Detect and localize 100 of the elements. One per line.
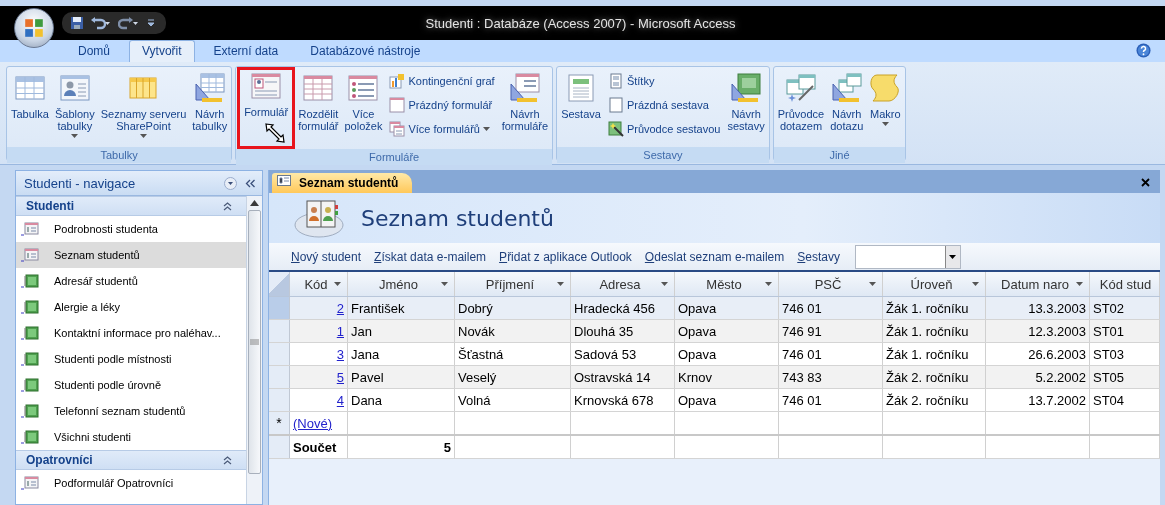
dropdown-caret-icon [140,134,147,138]
table-cell: Veselý [455,366,571,388]
ribbon-tab[interactable]: Domů [65,40,123,62]
column-header[interactable]: Kód [290,272,348,296]
grip-icon [250,339,259,345]
dropdown-circle-icon[interactable] [224,176,237,190]
table-cell: ST02 [1090,297,1160,319]
ribbon-tab[interactable]: Externí data [200,40,292,62]
table-cell: Šťastná [455,343,571,365]
toolbar-link[interactable]: Získat data e-mailem [374,249,487,264]
record-link[interactable]: 1 [290,320,348,342]
totals-value: 5 [348,436,455,458]
table-cell: Opava [675,297,779,319]
nav-group-header[interactable]: Studenti [16,196,246,216]
table-cell: 5.2.2002 [986,366,1090,388]
document-tab[interactable]: Seznam studentů [272,173,413,193]
sort-filter-caret-icon[interactable] [972,282,979,286]
sort-filter-caret-icon[interactable] [557,282,564,286]
nav-item[interactable]: Studenti podle místnosti [16,346,246,372]
ribbon-button[interactable]: Průvodce sestavou [605,118,723,140]
ribbon-button[interactable]: Návrh formuláře [498,69,552,147]
window-title: Studenti : Databáze (Access 2007) - Microsoft Access [424,15,737,31]
help-icon[interactable] [1136,43,1151,58]
table-cell: Žák 1. ročníku [883,343,986,365]
toolbar-link[interactable]: Odeslat seznam e-mailem [644,249,785,264]
redo-icon[interactable] [118,16,140,30]
ribbon-button[interactable]: Návrh sestavy [724,69,768,147]
toolbar-link[interactable]: Přidat z aplikace Outlook [499,249,632,264]
column-header[interactable]: Kód stud [1090,272,1160,296]
totals-label: Součet [290,436,348,458]
close-icon[interactable] [1141,178,1150,187]
ribbon-button[interactable]: Více položek [341,69,386,147]
ribbon-button[interactable]: Sestava [558,69,604,147]
navigation-pane-title: Studenti - navigace [24,175,137,191]
scrollbar[interactable] [246,196,262,504]
ribbon-tab[interactable]: Vytvořit [129,40,195,62]
scroll-up-arrow-icon[interactable] [250,200,259,206]
new-record-marker: * [269,412,290,434]
sort-filter-caret-icon[interactable] [334,282,341,286]
nav-item[interactable]: Kontaktní informace pro naléhav... [16,320,246,346]
contact-card-icon [58,72,91,104]
ribbon-button[interactable]: Tabulka [8,69,52,147]
table-cell: ST01 [1090,320,1160,342]
table-cell: 13.3.2003 [986,297,1090,319]
table-cell: Opava [675,389,779,411]
toolbar-link[interactable]: Nový student [291,249,362,264]
ribbon-button[interactable]: Návrh dotazu [827,69,867,147]
undo-icon[interactable] [90,16,112,30]
ribbon-button[interactable]: Více formulářů [387,118,497,140]
column-header[interactable]: Adresa [571,272,675,296]
nav-item[interactable]: Podrobnosti studenta [16,216,246,242]
nav-item[interactable]: Studenti podle úrovně [16,372,246,398]
sort-filter-caret-icon[interactable] [765,282,772,286]
record-link[interactable]: 2 [290,297,348,319]
column-header[interactable]: PSČ [779,272,883,296]
sort-filter-caret-icon[interactable] [1076,282,1083,286]
table-cell: Žák 1. ročníku [883,297,986,319]
column-header[interactable]: Úroveň [883,272,986,296]
ribbon-button[interactable]: Prázdný formulář [387,94,497,116]
nav-item[interactable]: Alergie a léky [16,294,246,320]
nav-item[interactable]: Telefonní seznam studentů [16,398,246,424]
customize-toolbar-icon[interactable] [146,17,156,29]
column-header[interactable]: Jméno [348,272,455,296]
table-cell: ST04 [1090,389,1160,411]
nav-item[interactable]: Podformulář Opatrovníci [16,470,246,496]
record-link[interactable]: 5 [290,366,348,388]
table-cell: 743 83 [779,366,883,388]
collapse-pane-icon[interactable] [245,178,256,188]
ribbon-button[interactable]: Šablony tabulky [51,69,98,147]
split-form-icon [302,72,335,104]
save-icon[interactable] [70,16,84,30]
nav-group-title: Opatrovníci [26,453,93,467]
column-header[interactable]: Město [675,272,779,296]
ribbon-button[interactable]: Prázdná sestava [605,94,723,116]
new-record-link[interactable]: (Nové) [290,412,348,434]
sort-filter-caret-icon[interactable] [441,282,448,286]
nav-item[interactable]: Všichni studenti [16,424,246,450]
nav-group-header[interactable]: Opatrovníci [16,450,246,470]
sort-filter-caret-icon[interactable] [661,282,668,286]
ribbon-button[interactable]: Seznamy serveru SharePoint [97,69,190,147]
ribbon-button[interactable]: Formulář [237,67,296,149]
table-cell: Pavel [348,366,455,388]
ribbon-button[interactable]: Průvodce dotazem [774,69,828,147]
office-button[interactable] [14,8,54,48]
ribbon-button[interactable]: Štítky [605,70,723,92]
sort-filter-caret-icon[interactable] [869,282,876,286]
scrollbar-thumb[interactable] [248,210,261,474]
ribbon-button[interactable]: Kontingenční graf [387,70,497,92]
ribbon-button[interactable]: Návrh tabulky [189,69,231,147]
multiple-items-icon [347,72,380,104]
nav-item[interactable]: Adresář studentů [16,268,246,294]
column-header[interactable]: Datum naro [986,272,1090,296]
ribbon-button[interactable]: Makro [866,69,905,147]
record-link[interactable]: 3 [290,343,348,365]
table-cell: Opava [675,320,779,342]
nav-item[interactable]: Seznam studentů [16,242,246,268]
record-link[interactable]: 4 [290,389,348,411]
ribbon-button[interactable]: Rozdělit formulář [295,69,342,147]
ribbon-tab[interactable]: Databázové nástroje [297,40,434,62]
column-header[interactable]: Příjmení [455,272,571,296]
